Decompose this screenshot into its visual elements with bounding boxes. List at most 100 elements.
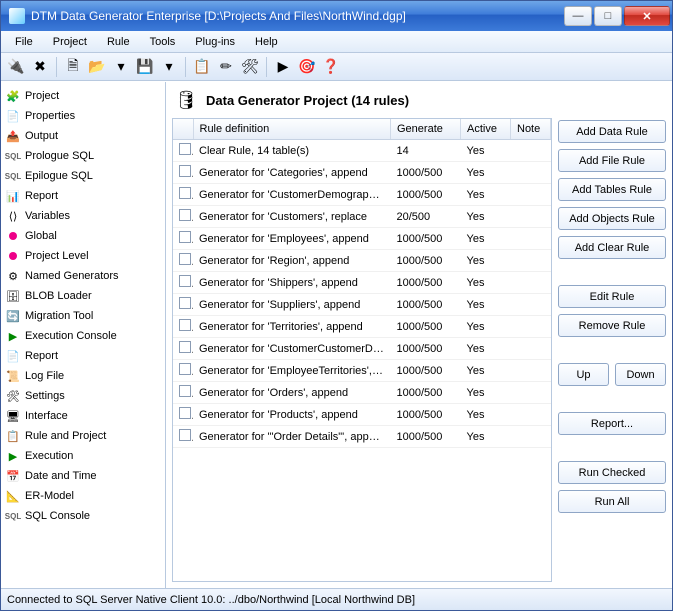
table-row[interactable]: Generator for 'Region', append1000/500Ye… [173, 250, 551, 272]
table-row[interactable]: Generator for 'Territories', append1000/… [173, 316, 551, 338]
add-clear-rule-button[interactable]: Add Clear Rule [558, 236, 666, 259]
dropdown2-icon[interactable]: ▾ [158, 56, 180, 78]
row-checkbox[interactable] [179, 407, 191, 419]
table-row[interactable]: Generator for 'Suppliers', append1000/50… [173, 294, 551, 316]
sidebar-item-label: Global [25, 230, 57, 242]
save-icon[interactable]: 💾 [134, 56, 156, 78]
disconnect-icon[interactable]: ✖ [29, 56, 51, 78]
minimize-button[interactable]: — [564, 6, 592, 26]
sidebar-item-named-generators[interactable]: ⚙Named Generators [3, 266, 163, 286]
edit-icon[interactable]: ✏ [215, 56, 237, 78]
open-icon[interactable]: 📂 [86, 56, 108, 78]
row-checkbox[interactable] [179, 429, 191, 441]
sidebar-item-rule-and-project[interactable]: 📋Rule and Project [3, 426, 163, 446]
sidebar-item-label: Epilogue SQL [25, 170, 93, 182]
menu-tools[interactable]: Tools [140, 34, 186, 50]
col-check[interactable] [173, 119, 193, 140]
table-row[interactable]: Clear Rule, 14 table(s)14Yes [173, 140, 551, 162]
menu-plugins[interactable]: Plug-ins [185, 34, 245, 50]
col-note[interactable]: Note [511, 119, 551, 140]
sidebar-item-variables[interactable]: ⟨⟩Variables [3, 206, 163, 226]
sidebar-item-report[interactable]: 📊Report [3, 186, 163, 206]
target-icon[interactable]: 🎯 [296, 56, 318, 78]
table-row[interactable]: Generator for 'Employees', append1000/50… [173, 228, 551, 250]
remove-rule-button[interactable]: Remove Rule [558, 314, 666, 337]
add-data-rule-button[interactable]: Add Data Rule [558, 120, 666, 143]
run-checked-button[interactable]: Run Checked [558, 461, 666, 484]
menu-help[interactable]: Help [245, 34, 288, 50]
table-row[interactable]: Generator for 'Customers', replace20/500… [173, 206, 551, 228]
sidebar-item-migration-tool[interactable]: 🔄Migration Tool [3, 306, 163, 326]
table-row[interactable]: Generator for 'CustomerDemographics', ap… [173, 184, 551, 206]
table-row[interactable]: Generator for 'Shippers', append1000/500… [173, 272, 551, 294]
report-button[interactable]: Report... [558, 412, 666, 435]
table-row[interactable]: Generator for 'Categories', append1000/5… [173, 162, 551, 184]
menu-project[interactable]: Project [43, 34, 97, 50]
maximize-button[interactable]: □ [594, 6, 622, 26]
add-objects-rule-button[interactable]: Add Objects Rule [558, 207, 666, 230]
tree-icon [5, 228, 21, 244]
row-checkbox[interactable] [179, 231, 191, 243]
sidebar-item-date-and-time[interactable]: 📅Date and Time [3, 466, 163, 486]
row-checkbox[interactable] [179, 253, 191, 265]
sidebar-item-execution-console[interactable]: ▶Execution Console [3, 326, 163, 346]
titlebar[interactable]: DTM Data Generator Enterprise [D:\Projec… [1, 1, 672, 31]
sidebar-item-properties[interactable]: 📄Properties [3, 106, 163, 126]
add-file-rule-button[interactable]: Add File Rule [558, 149, 666, 172]
row-checkbox[interactable] [179, 341, 191, 353]
table-row[interactable]: Generator for 'CustomerCustomerDemo', ap… [173, 338, 551, 360]
sidebar-item-project-level[interactable]: Project Level [3, 246, 163, 266]
menu-rule[interactable]: Rule [97, 34, 140, 50]
sidebar-item-global[interactable]: Global [3, 226, 163, 246]
row-checkbox[interactable] [179, 297, 191, 309]
sidebar-item-interface[interactable]: 🖥Interface [3, 406, 163, 426]
sidebar-item-log-file[interactable]: 📜Log File [3, 366, 163, 386]
menu-file[interactable]: File [5, 34, 43, 50]
row-checkbox[interactable] [179, 385, 191, 397]
row-checkbox[interactable] [179, 187, 191, 199]
row-checkbox[interactable] [179, 319, 191, 331]
sidebar-item-blob-loader[interactable]: 🗄BLOB Loader [3, 286, 163, 306]
cell-note [511, 316, 551, 338]
sidebar-item-report[interactable]: 📄Report [3, 346, 163, 366]
table-row[interactable]: Generator for 'Products', append1000/500… [173, 404, 551, 426]
sidebar-item-project[interactable]: 🧩Project [3, 86, 163, 106]
col-rule-definition[interactable]: Rule definition [193, 119, 391, 140]
help-icon[interactable]: ❓ [320, 56, 342, 78]
row-checkbox[interactable] [179, 275, 191, 287]
cell-note [511, 426, 551, 448]
new-icon[interactable]: 🗎 [62, 56, 84, 78]
sidebar-item-settings[interactable]: 🛠Settings [3, 386, 163, 406]
tree-icon [5, 248, 21, 264]
close-button[interactable]: ✕ [624, 6, 670, 26]
tree-icon: SQL [5, 148, 21, 164]
col-active[interactable]: Active [461, 119, 511, 140]
sidebar-item-prologue-sql[interactable]: SQLPrologue SQL [3, 146, 163, 166]
sidebar-item-epilogue-sql[interactable]: SQL Epilogue SQL [3, 166, 163, 186]
sidebar-item-er-model[interactable]: 📐ER-Model [3, 486, 163, 506]
settings-icon[interactable]: 🛠 [239, 56, 261, 78]
row-checkbox[interactable] [179, 209, 191, 221]
row-checkbox[interactable] [179, 363, 191, 375]
row-checkbox[interactable] [179, 165, 191, 177]
row-checkbox[interactable] [179, 143, 191, 155]
table-row[interactable]: Generator for 'Orders', append1000/500Ye… [173, 382, 551, 404]
col-generate[interactable]: Generate [391, 119, 461, 140]
run-icon[interactable]: ▶ [272, 56, 294, 78]
add-tables-rule-button[interactable]: Add Tables Rule [558, 178, 666, 201]
dropdown-icon[interactable]: ▾ [110, 56, 132, 78]
run-all-button[interactable]: Run All [558, 490, 666, 513]
cell-note [511, 382, 551, 404]
connect-icon[interactable]: 🔌 [5, 56, 27, 78]
table-row[interactable]: Generator for 'EmployeeTerritories', app… [173, 360, 551, 382]
rule-icon[interactable]: 📋 [191, 56, 213, 78]
tree-icon: SQL [5, 168, 21, 184]
sidebar-item-output[interactable]: 📤Output [3, 126, 163, 146]
sidebar-item-execution[interactable]: ▶Execution [3, 446, 163, 466]
up-button[interactable]: Up [558, 363, 609, 386]
table-row[interactable]: Generator for '"Order Details"', append1… [173, 426, 551, 448]
edit-rule-button[interactable]: Edit Rule [558, 285, 666, 308]
down-button[interactable]: Down [615, 363, 666, 386]
sidebar-item-sql-console[interactable]: SQLSQL Console [3, 506, 163, 526]
rules-grid[interactable]: Rule definitionGenerateActiveNote Clear … [172, 118, 552, 582]
